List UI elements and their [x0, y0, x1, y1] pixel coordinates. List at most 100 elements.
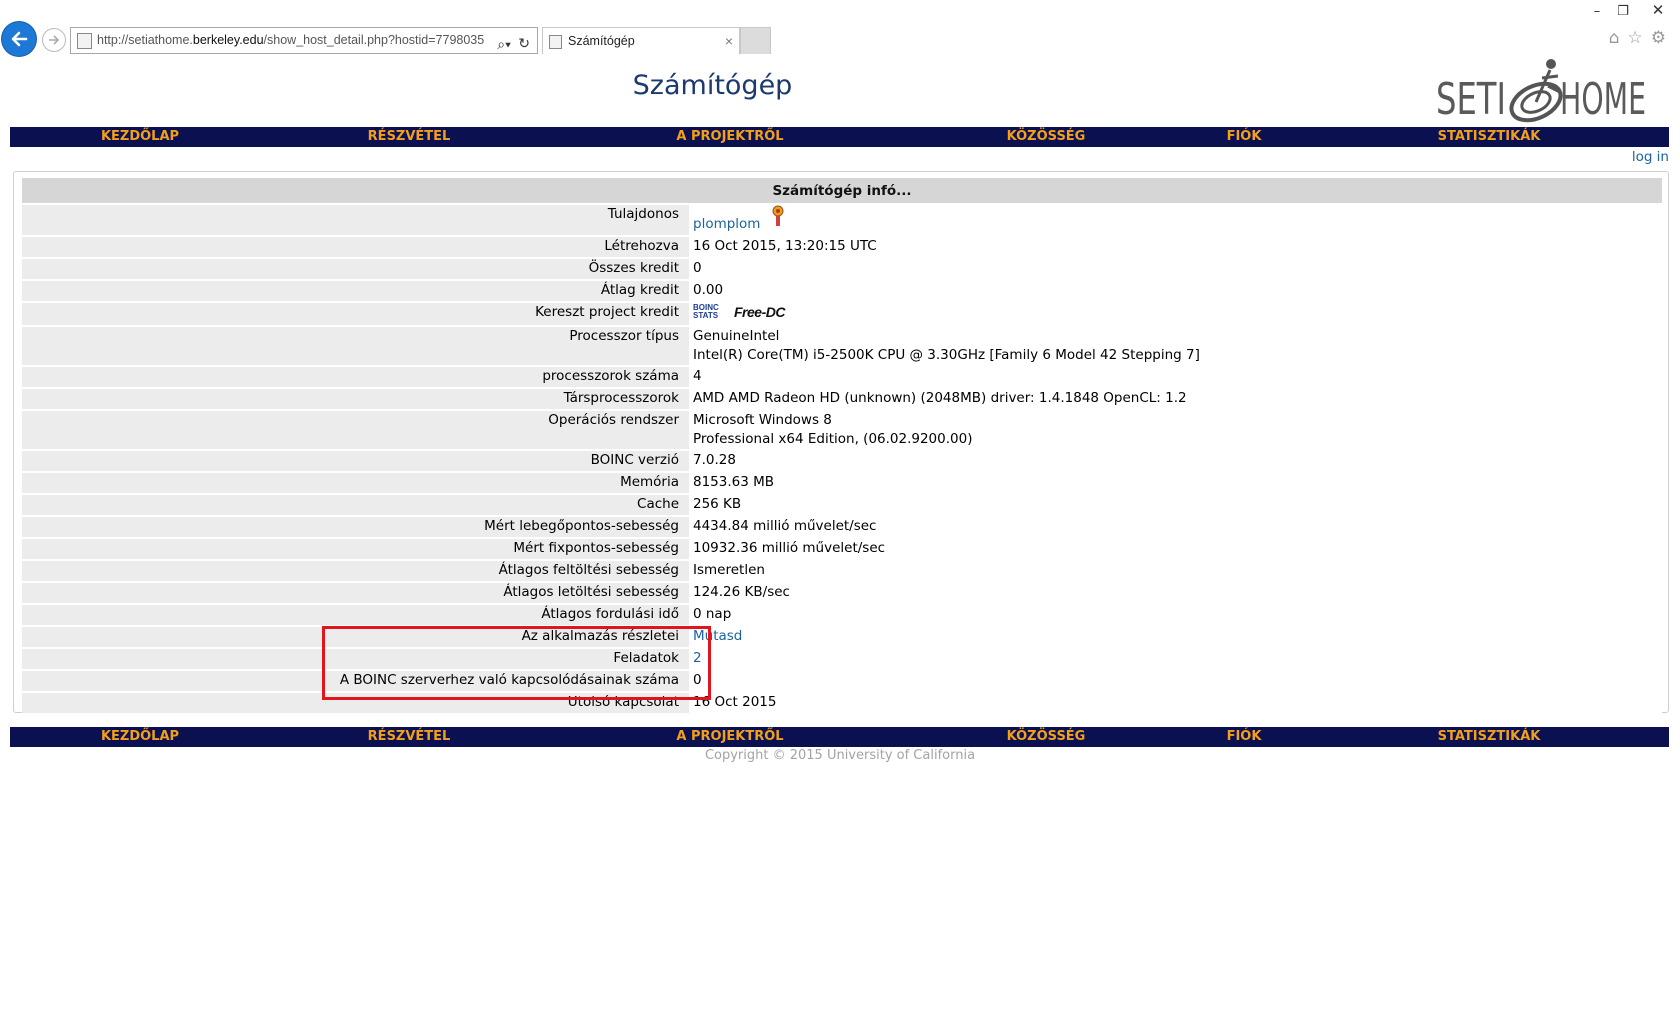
row-label: processzorok száma — [22, 367, 689, 387]
row-label: Átlag kredit — [22, 281, 689, 301]
table-row: Átlagos feltöltési sebesség Ismeretlen — [22, 561, 1662, 581]
row-value: 16 Oct 2015, 13:20:15 UTC — [689, 237, 1662, 257]
tasks-link[interactable]: 2 — [693, 650, 702, 666]
row-value: Mutasd — [689, 627, 1662, 647]
row-label: Feladatok — [22, 649, 689, 669]
boincstats-badge[interactable]: BOINC STATS — [693, 304, 730, 321]
table-row: Az alkalmazás részletei Mutasd — [22, 627, 1662, 647]
row-label: Az alkalmazás részletei — [22, 627, 689, 647]
table-row: Átlagos fordulási idő 0 nap — [22, 605, 1662, 625]
nav-statisztikak[interactable]: STATISZTIKÁK — [1438, 127, 1541, 147]
row-value: 0.00 — [689, 281, 1662, 301]
table-header: Számítógép infó... — [22, 178, 1662, 203]
tab-title: Számítógép — [568, 34, 635, 48]
row-value: 7.0.28 — [689, 451, 1662, 471]
nav-fiok[interactable]: FIÓK — [1227, 127, 1262, 147]
nav-a-projektrol[interactable]: A PROJEKTRŐL — [676, 127, 783, 147]
row-label: Cache — [22, 495, 689, 515]
favorites-star-icon[interactable]: ☆ — [1628, 28, 1651, 48]
os-name: Microsoft Windows 8 — [693, 412, 832, 428]
page-title: Számítógép — [632, 70, 793, 101]
back-button[interactable] — [2, 22, 36, 56]
nav-reszvetel[interactable]: RÉSZVÉTEL — [368, 727, 451, 747]
table-row: Processzor típus GenuineIntel Intel(R) Co… — [22, 327, 1662, 365]
nav-fiok[interactable]: FIÓK — [1227, 727, 1262, 747]
nav-kezdolap[interactable]: KEZDŐLAP — [101, 127, 179, 147]
table-row: A BOINC szerverhez való kapcsolódásainak… — [22, 671, 1662, 691]
settings-gear-icon[interactable]: ⚙ — [1651, 28, 1674, 48]
table-row: Tulajdonos plomplom — [22, 205, 1662, 235]
row-label: Kereszt project kredit — [22, 303, 689, 325]
row-label: Mért fixpontos-sebesség — [22, 539, 689, 559]
row-label: Átlagos letöltési sebesség — [22, 583, 689, 603]
nav-kezdolap[interactable]: KEZDŐLAP — [101, 727, 179, 747]
svg-text:HOME: HOME — [1560, 74, 1646, 125]
new-tab-button[interactable] — [740, 27, 771, 54]
table-row: BOINC verzió 7.0.28 — [22, 451, 1662, 471]
row-value: 16 Oct 2015 — [689, 693, 1662, 713]
close-icon[interactable]: ✕ — [1636, 0, 1680, 20]
os-version: Professional x64 Edition, (06.02.9200.00… — [693, 431, 973, 447]
row-label: Tulajdonos — [22, 205, 689, 235]
free-dc-badge[interactable]: Free-DC — [734, 303, 785, 322]
row-value: 8153.63 MB — [689, 473, 1662, 493]
cpu-vendor: GenuineIntel — [693, 328, 780, 344]
row-value: BOINC STATS Free-DC — [689, 303, 1662, 325]
table-row: Összes kredit 0 — [22, 259, 1662, 279]
search-icon[interactable]: ⌕▾ — [497, 32, 511, 57]
row-label: Processzor típus — [22, 327, 689, 365]
owner-link[interactable]: plomplom — [693, 216, 760, 232]
host-info-table: Számítógép infó... Tulajdonos plomplom L… — [22, 176, 1662, 715]
row-value: 0 nap — [689, 605, 1662, 625]
address-bar[interactable]: http://setiathome.berkeley.edu/show_host… — [70, 27, 538, 54]
table-row: Operációs rendszer Microsoft Windows 8 Pr… — [22, 411, 1662, 449]
row-label: Átlagos feltöltési sebesség — [22, 561, 689, 581]
row-value: 4434.84 millió művelet/sec — [689, 517, 1662, 537]
row-label: A BOINC szerverhez való kapcsolódásainak… — [22, 671, 689, 691]
table-row: processzorok száma 4 — [22, 367, 1662, 387]
user-badge-icon[interactable] — [771, 205, 785, 227]
log-in-link[interactable]: log in — [1632, 149, 1669, 165]
row-value: 10932.36 millió művelet/sec — [689, 539, 1662, 559]
row-label: Operációs rendszer — [22, 411, 689, 449]
tab-page-icon — [549, 35, 562, 49]
refresh-icon[interactable]: ↻ — [518, 31, 530, 56]
address-url[interactable]: http://setiathome.berkeley.edu/show_host… — [97, 28, 484, 53]
row-value: Microsoft Windows 8 Professional x64 Edit… — [689, 411, 1662, 449]
browser-chrome: http://setiathome.berkeley.edu/show_host… — [0, 0, 1680, 56]
top-nav-bar: KEZDŐLAP RÉSZVÉTEL A PROJEKTRŐL KÖZÖSSÉG… — [10, 127, 1669, 147]
browser-tab[interactable]: Számítógép × — [542, 27, 740, 54]
forward-arrow-icon — [49, 35, 60, 45]
row-label: Létrehozva — [22, 237, 689, 257]
restore-icon[interactable]: ❐ — [1610, 2, 1636, 22]
nav-kozosseg[interactable]: KÖZÖSSÉG — [1007, 127, 1086, 147]
row-label: Memória — [22, 473, 689, 493]
back-arrow-icon — [11, 31, 28, 47]
tab-close-icon[interactable]: × — [725, 28, 733, 54]
cpu-model: Intel(R) Core(TM) i5-2500K CPU @ 3.30GHz… — [693, 347, 1200, 363]
nav-a-projektrol[interactable]: A PROJEKTRŐL — [676, 727, 783, 747]
row-value: plomplom — [689, 205, 1662, 235]
table-row: Memória 8153.63 MB — [22, 473, 1662, 493]
svg-text:SETI: SETI — [1436, 74, 1506, 125]
row-label: Mért lebegőpontos-sebesség — [22, 517, 689, 537]
row-value: AMD AMD Radeon HD (unknown) (2048MB) dri… — [689, 389, 1662, 409]
minimize-icon[interactable]: – — [1584, 2, 1610, 22]
forward-button[interactable] — [42, 28, 66, 52]
row-label: Összes kredit — [22, 259, 689, 279]
row-value: 4 — [689, 367, 1662, 387]
nav-reszvetel[interactable]: RÉSZVÉTEL — [368, 127, 451, 147]
table-row: Létrehozva 16 Oct 2015, 13:20:15 UTC — [22, 237, 1662, 257]
nav-kozosseg[interactable]: KÖZÖSSÉG — [1007, 727, 1086, 747]
row-label: BOINC verzió — [22, 451, 689, 471]
copyright-text: Copyright © 2015 University of Californi… — [704, 748, 976, 763]
bottom-nav-bar: KEZDŐLAP RÉSZVÉTEL A PROJEKTRŐL KÖZÖSSÉG… — [10, 727, 1669, 747]
window-controls: – ❐ ✕ — [1584, 0, 1680, 22]
table-row: Társprocesszorok AMD AMD Radeon HD (unkno… — [22, 389, 1662, 409]
row-value: 0 — [689, 259, 1662, 279]
nav-statisztikak[interactable]: STATISZTIKÁK — [1438, 727, 1541, 747]
home-icon[interactable]: ⌂ — [1609, 28, 1628, 48]
row-value: GenuineIntel Intel(R) Core(TM) i5-2500K C… — [689, 327, 1662, 365]
app-details-link[interactable]: Mutasd — [693, 628, 742, 644]
seti-home-logo[interactable]: SETI HOME — [1432, 58, 1652, 128]
